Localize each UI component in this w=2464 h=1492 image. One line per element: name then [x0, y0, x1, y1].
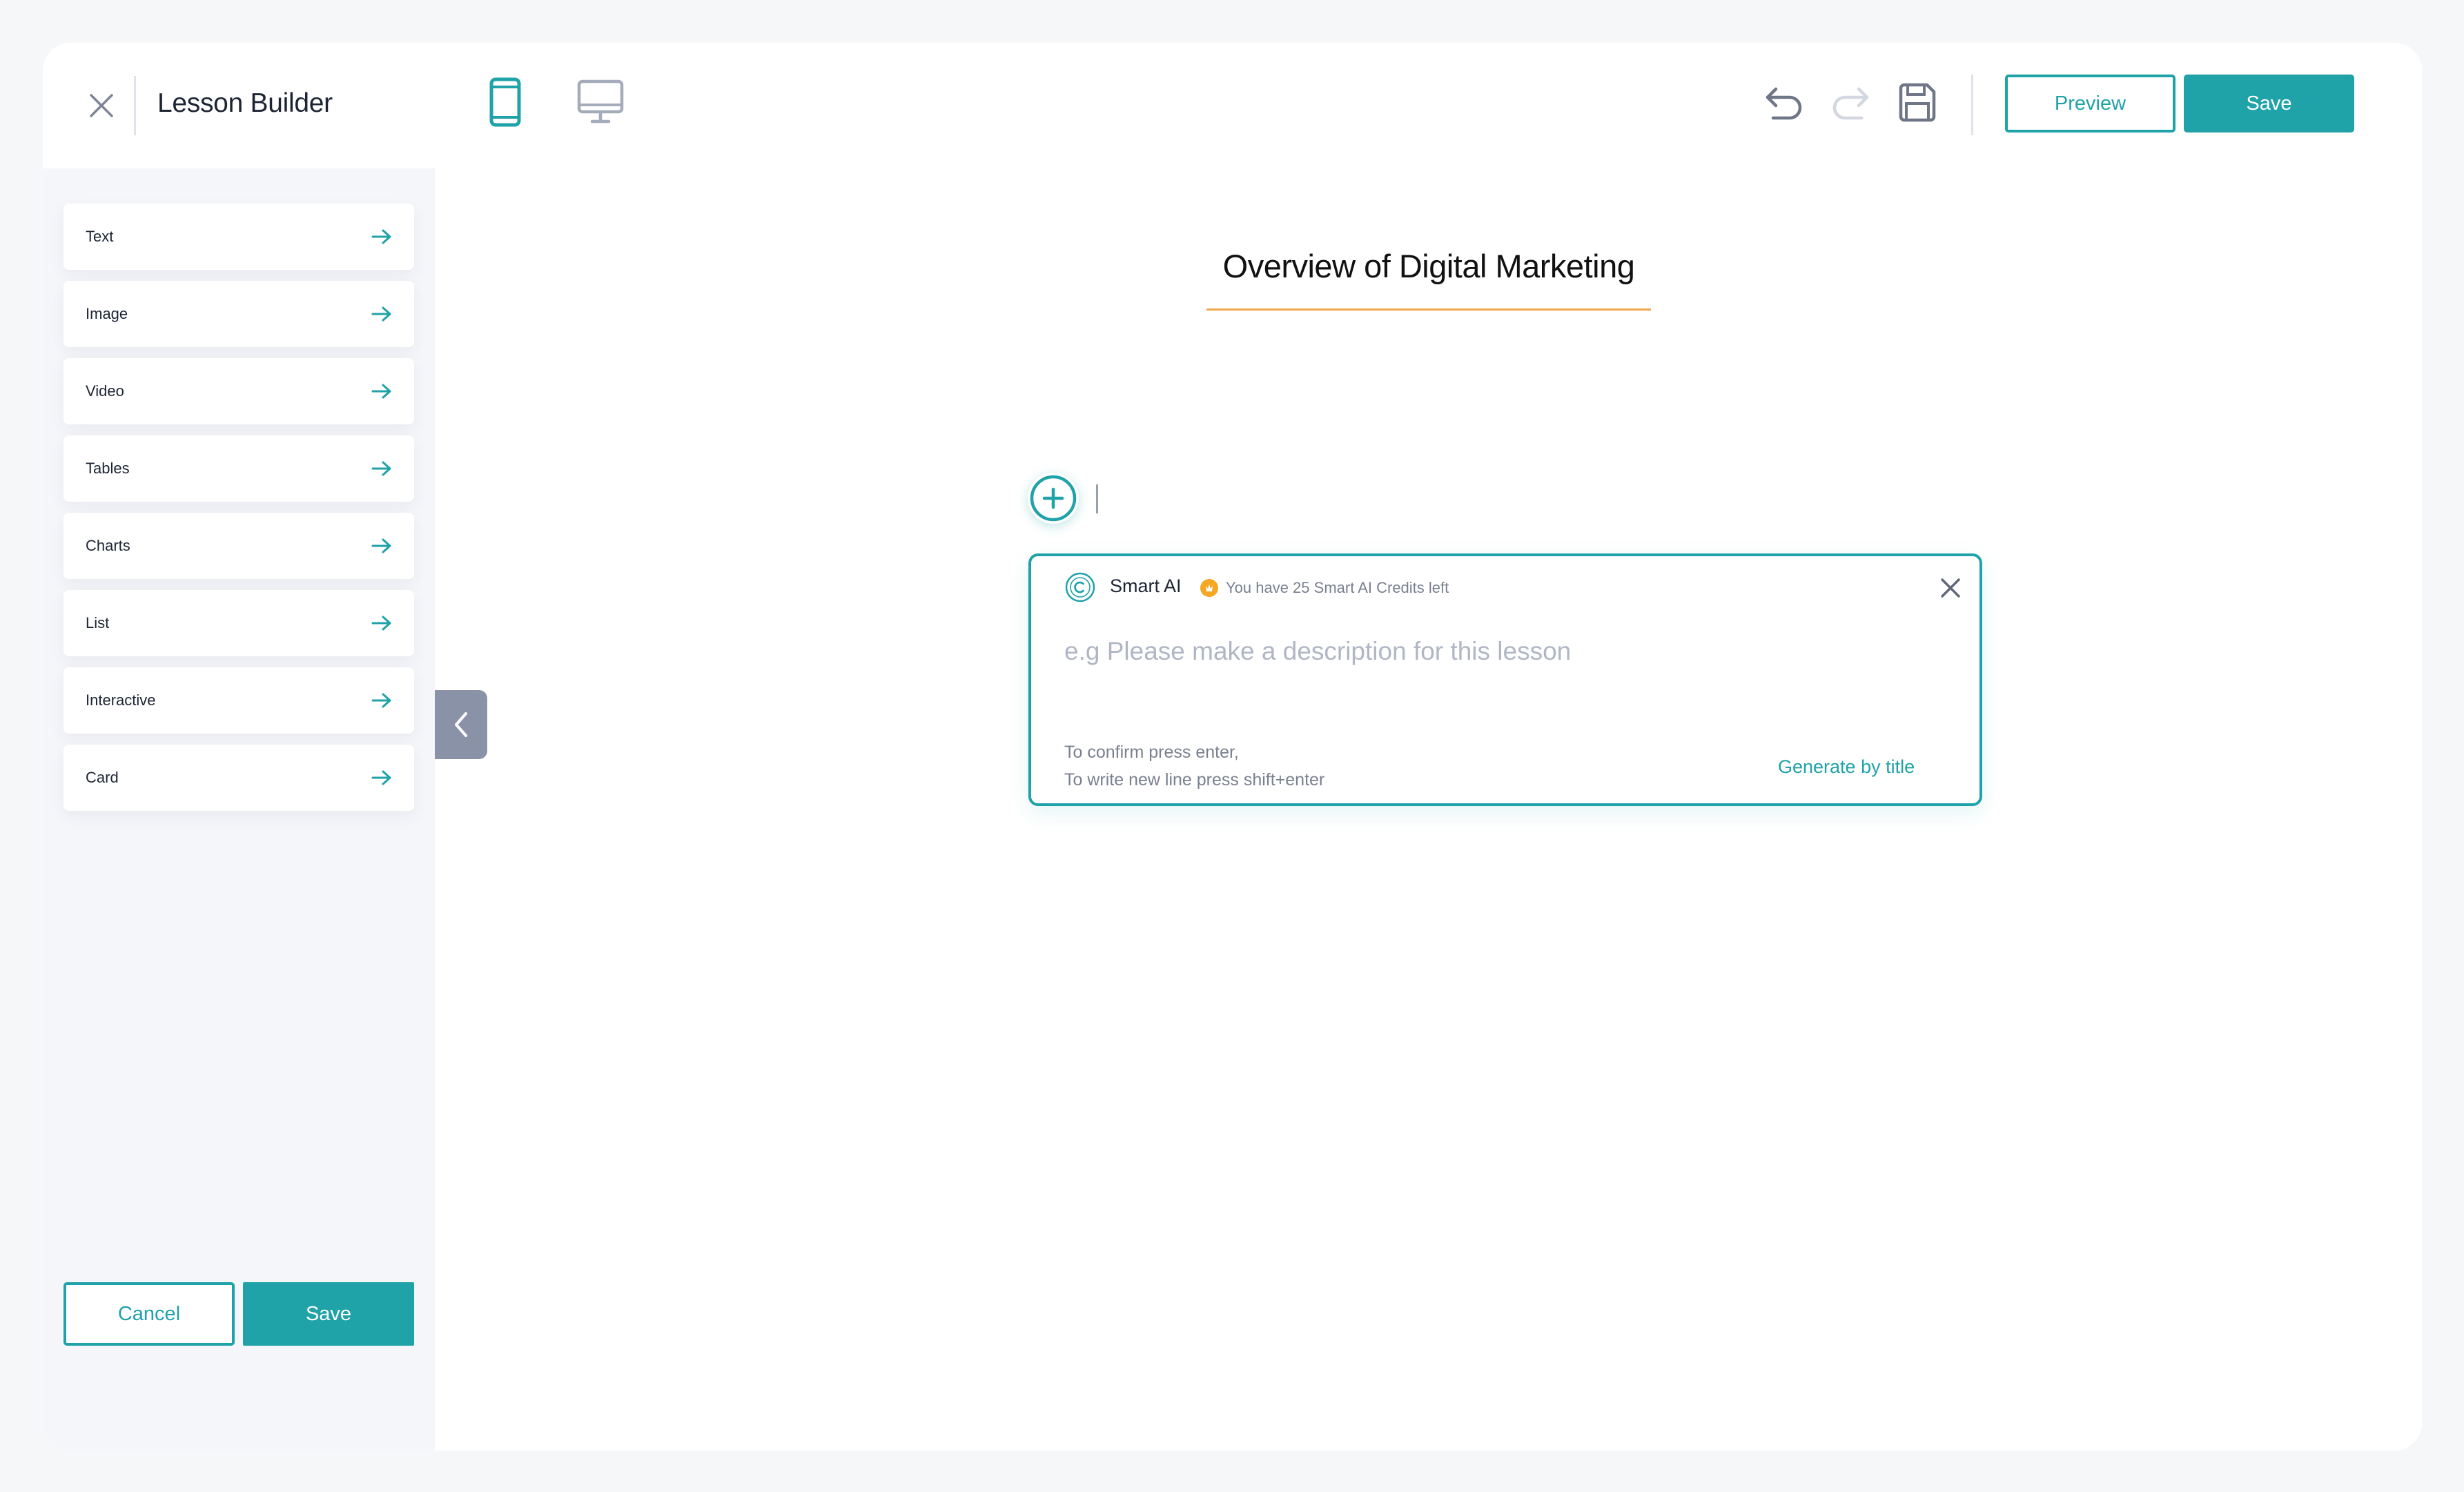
close-ai-panel-button[interactable]	[1935, 573, 1966, 603]
smart-ai-logo-icon	[1065, 572, 1095, 602]
lesson-builder-app: Lesson Builder Preview Save Text Image V…	[43, 43, 2422, 1451]
sidebar-item-list[interactable]: List	[63, 590, 414, 656]
redo-icon	[1832, 87, 1869, 120]
close-builder-button[interactable]	[83, 87, 120, 124]
chevron-left-icon	[455, 712, 467, 737]
arrow-right-icon	[371, 457, 395, 480]
header-divider	[1971, 75, 1973, 135]
sidebar-item-text[interactable]: Text	[63, 204, 414, 270]
text-cursor	[1096, 484, 1098, 513]
sidebar-item-charts[interactable]: Charts	[63, 513, 414, 579]
desktop-view-button[interactable]	[571, 73, 629, 131]
app-title: Lesson Builder	[157, 88, 333, 118]
ai-hint-newline: To write new line press shift+enter	[1064, 770, 1325, 789]
close-icon	[90, 94, 113, 117]
ai-credits-text: You have 25 Smart AI Credits left	[1226, 579, 1449, 596]
sidebar-save-button[interactable]: Save	[243, 1282, 414, 1346]
sidebar-item-label: Charts	[86, 537, 130, 554]
generate-by-title-link[interactable]: Generate by title	[1778, 756, 1915, 778]
ai-hint-confirm: To confirm press enter,	[1064, 743, 1239, 762]
redo-button[interactable]	[1825, 77, 1876, 128]
plus-circle-icon	[1030, 475, 1077, 522]
mobile-view-icon	[489, 77, 521, 127]
arrow-right-icon	[371, 611, 395, 635]
desktop-view-icon	[577, 79, 624, 124]
block-type-list: Text Image Video Tables Charts List Inte…	[63, 204, 414, 822]
sidebar-item-video[interactable]: Video	[63, 358, 414, 424]
save-button[interactable]: Save	[2184, 75, 2354, 132]
sidebar-item-label: Image	[86, 305, 128, 322]
arrow-right-icon	[371, 380, 395, 403]
undo-icon	[1766, 87, 1802, 120]
floppy-disk-icon	[1899, 83, 1936, 122]
undo-button[interactable]	[1759, 77, 1810, 128]
lesson-title: Overview of Digital Marketing	[1222, 248, 1635, 284]
arrow-right-icon	[371, 534, 395, 558]
smart-ai-label: Smart AI	[1110, 576, 1182, 596]
sidebar-item-card[interactable]: Card	[63, 745, 414, 811]
sidebar-item-tables[interactable]: Tables	[63, 435, 414, 502]
arrow-right-icon	[371, 225, 395, 248]
ai-prompt-input[interactable]	[1064, 632, 1948, 671]
sidebar-item-image[interactable]: Image	[63, 281, 414, 347]
save-draft-button[interactable]	[1892, 77, 1943, 128]
sidebar-cancel-button[interactable]: Cancel	[63, 1282, 235, 1346]
sidebar-item-label: Video	[86, 382, 124, 400]
arrow-right-icon	[371, 302, 395, 326]
sidebar-item-label: Tables	[86, 460, 130, 477]
smart-ai-panel: Smart AI You have 25 Smart AI Credits le…	[1028, 553, 1982, 806]
sidebar-item-interactive[interactable]: Interactive	[63, 667, 414, 734]
arrow-right-icon	[371, 766, 395, 789]
mobile-view-button[interactable]	[476, 73, 534, 131]
sidebar-item-label: Card	[86, 769, 119, 786]
block-sidebar: Text Image Video Tables Charts List Inte…	[43, 168, 435, 1451]
lesson-title-field[interactable]: Overview of Digital Marketing	[1206, 247, 1651, 311]
top-header: Lesson Builder Preview Save	[43, 43, 2422, 168]
header-divider	[134, 76, 136, 135]
sidebar-item-label: Text	[86, 228, 114, 245]
credit-coin-icon	[1200, 579, 1218, 597]
preview-button[interactable]: Preview	[2005, 75, 2175, 132]
close-icon	[1941, 578, 1960, 598]
arrow-right-icon	[371, 689, 395, 712]
sidebar-item-label: Interactive	[86, 691, 156, 709]
sidebar-item-label: List	[86, 614, 110, 631]
collapse-sidebar-button[interactable]	[435, 690, 487, 759]
add-block-button[interactable]	[1028, 473, 1079, 524]
